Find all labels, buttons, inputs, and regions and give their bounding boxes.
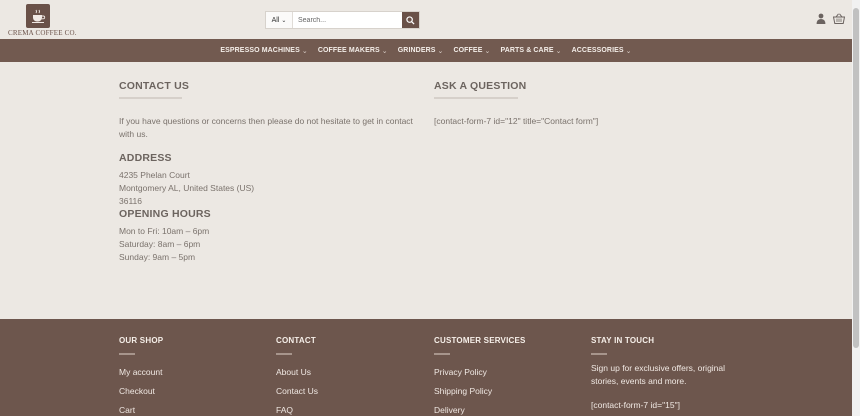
chevron-down-icon: ⌄ [301,47,308,55]
address-line3: 36116 [119,196,143,206]
search-icon [406,15,415,25]
contact-intro-line2: with us. [119,129,148,139]
footer-newsletter-line2: stories, events and more. [591,376,687,386]
coffee-cup-icon [26,4,50,28]
footer-services-heading: CUSTOMER SERVICES [434,336,526,345]
footer-link-privacy-policy[interactable]: Privacy Policy [434,367,487,377]
address-line1: 4235 Phelan Court [119,170,190,180]
search-bar: All ⌄ [265,11,420,29]
page-scrollbar[interactable] [852,0,860,416]
logo-text: CREMA COFFEE CO. [8,29,77,37]
footer-divider [119,353,135,355]
footer-link-cart[interactable]: Cart [119,405,135,415]
chevron-down-icon: ⌄ [625,47,632,55]
contact-us-heading: CONTACT US [119,80,190,92]
search-input[interactable] [293,12,402,28]
heading-divider [119,97,182,99]
footer-link-faq[interactable]: FAQ [276,405,293,415]
opening-hours-heading: OPENING HOURS [119,208,211,220]
footer-newsletter-shortcode: [contact-form-7 id="15"] [591,400,680,410]
footer-link-my-account[interactable]: My account [119,367,162,377]
footer-link-checkout[interactable]: Checkout [119,386,155,396]
address-line2: Montgomery AL, United States (US) [119,183,255,193]
site-logo[interactable]: CREMA COFFEE CO. [8,4,77,37]
search-category-label: All [271,16,280,24]
chevron-down-icon: ⌄ [281,17,287,24]
heading-divider [434,97,518,99]
hours-line2: Saturday: 8am – 6pm [119,239,201,249]
chevron-down-icon: ⌄ [555,47,562,55]
site-header: CREMA COFFEE CO. All ⌄ [0,0,852,39]
nav-item-espresso-machines[interactable]: ESPRESSO MACHINES ⌄ [220,47,307,55]
footer-link-contact-us[interactable]: Contact Us [276,386,318,396]
footer-newsletter-line1: Sign up for exclusive offers, original [591,363,726,373]
footer-link-delivery[interactable]: Delivery [434,405,465,415]
footer-divider [276,353,292,355]
footer-divider [591,353,607,355]
search-category-select[interactable]: All ⌄ [266,12,293,28]
chevron-down-icon: ⌄ [437,47,444,55]
main-content: CONTACT US If you have questions or conc… [0,62,852,319]
chevron-down-icon: ⌄ [484,47,491,55]
chevron-down-icon: ⌄ [381,47,388,55]
nav-item-label: ESPRESSO MACHINES [220,47,300,54]
contact-intro-line1: If you have questions or concerns then p… [119,116,413,126]
footer-stay-heading: STAY IN TOUCH [591,336,655,345]
nav-item-label: PARTS & CARE [500,47,554,54]
user-icon[interactable] [816,13,826,26]
search-button[interactable] [402,12,419,28]
nav-item-accessories[interactable]: ACCESSORIES ⌄ [572,47,632,55]
cart-icon[interactable] [832,13,846,26]
contact-form-shortcode: [contact-form-7 id="12" title="Contact f… [434,116,599,126]
main-nav: ESPRESSO MACHINES ⌄ COFFEE MAKERS ⌄ GRINDE… [0,39,852,62]
address-heading: ADDRESS [119,152,172,164]
ask-question-heading: ASK A QUESTION [434,80,527,92]
footer-link-about-us[interactable]: About Us [276,367,311,377]
footer-divider [434,353,450,355]
site-footer: OUR SHOP My account Checkout Cart CONTAC… [0,319,852,416]
nav-item-label: GRINDERS [397,47,436,54]
footer-contact-heading: CONTACT [276,336,316,345]
nav-item-label: ACCESSORIES [571,47,624,54]
nav-item-label: COFFEE [453,47,483,54]
hours-line1: Mon to Fri: 10am – 6pm [119,226,210,236]
scrollbar-thumb[interactable] [853,8,859,348]
footer-shop-heading: OUR SHOP [119,336,164,345]
nav-item-label: COFFEE MAKERS [317,47,380,54]
nav-item-coffee-makers[interactable]: COFFEE MAKERS ⌄ [318,47,388,55]
footer-link-shipping-policy[interactable]: Shipping Policy [434,386,492,396]
nav-item-grinders[interactable]: GRINDERS ⌄ [398,47,444,55]
nav-item-coffee[interactable]: COFFEE ⌄ [453,47,490,55]
hours-line3: Sunday: 9am – 5pm [119,252,196,262]
nav-item-parts-care[interactable]: PARTS & CARE ⌄ [500,47,561,55]
